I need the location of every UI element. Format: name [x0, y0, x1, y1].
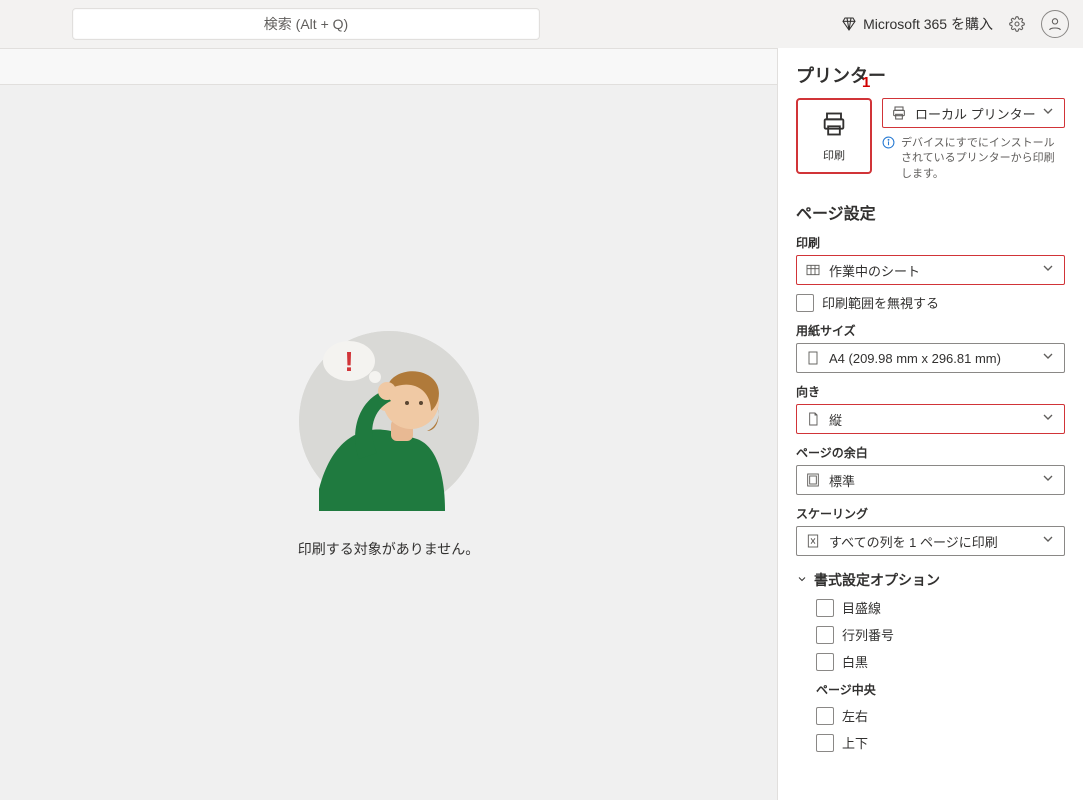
chevron-down-icon — [1040, 409, 1056, 430]
print-button[interactable]: 印刷 — [796, 98, 872, 174]
center-vertical-checkbox[interactable]: 上下 — [816, 733, 1065, 752]
print-preview-pane: ! 印刷する対象がありません。 — [0, 48, 777, 800]
scaling-icon — [805, 533, 821, 549]
account-button[interactable] — [1041, 10, 1069, 38]
center-horizontal-checkbox[interactable]: 左右 — [816, 706, 1065, 725]
chevron-down-icon — [796, 572, 808, 588]
empty-preview-message: 印刷する対象がありません。 — [298, 539, 480, 559]
checkbox-icon — [816, 653, 834, 671]
top-bar: 検索 (Alt + Q) Microsoft 365 を購入 — [0, 0, 1083, 48]
person-icon — [1047, 16, 1063, 32]
preview-toolbar — [0, 49, 777, 85]
print-settings-panel: 4 1 プリンター 印刷 ローカル プリンター — [777, 48, 1083, 800]
checkbox-icon — [816, 626, 834, 644]
gridlines-label: 目盛線 — [842, 598, 881, 617]
printer-hint: デバイスにすでにインストールされているプリンターから印刷します。 — [882, 136, 1065, 182]
checkbox-icon — [816, 734, 834, 752]
main-area: ! 印刷する対象がありません。 — [0, 48, 1083, 800]
scaling-select[interactable]: すべての列を 1 ページに印刷 — [796, 526, 1065, 556]
search-placeholder: 検索 (Alt + Q) — [264, 14, 348, 34]
printer-select-value: ローカル プリンター — [915, 104, 1040, 123]
search-input[interactable]: 検索 (Alt + Q) — [72, 8, 540, 40]
chevron-down-icon — [1040, 260, 1056, 281]
print-target-value: 作業中のシート — [829, 261, 1040, 280]
paper-size-select[interactable]: A4 (209.98 mm x 296.81 mm) — [796, 343, 1065, 373]
printer-small-icon — [891, 105, 907, 121]
paper-size-label: 用紙サイズ — [796, 322, 1065, 339]
buy-microsoft-365-link[interactable]: Microsoft 365 を購入 — [841, 14, 993, 34]
paper-size-value: A4 (209.98 mm x 296.81 mm) — [829, 351, 1040, 366]
page-setup-title: ページ設定 — [796, 200, 1065, 224]
scaling-value: すべての列を 1 ページに印刷 — [829, 532, 1040, 551]
empty-preview-illustration: ! — [299, 331, 479, 511]
printer-select[interactable]: ローカル プリンター — [882, 98, 1065, 128]
black-white-label: 白黒 — [842, 652, 868, 671]
margins-icon — [805, 472, 821, 488]
format-options-toggle[interactable]: 書式設定オプション — [796, 570, 1065, 590]
scaling-label: スケーリング — [796, 505, 1065, 522]
settings-button[interactable] — [1009, 16, 1025, 32]
ignore-print-area-checkbox[interactable]: 印刷範囲を無視する — [796, 293, 1065, 312]
svg-text:!: ! — [344, 346, 353, 377]
printer-hint-text: デバイスにすでにインストールされているプリンターから印刷します。 — [901, 136, 1065, 182]
format-options-title: 書式設定オプション — [814, 570, 940, 590]
black-white-checkbox[interactable]: 白黒 — [816, 652, 1065, 671]
margins-value: 標準 — [829, 471, 1040, 490]
print-target-label: 印刷 — [796, 234, 1065, 251]
topbar-right: Microsoft 365 を購入 — [841, 10, 1069, 38]
checkbox-icon — [816, 599, 834, 617]
center-vertical-label: 上下 — [842, 733, 868, 752]
print-tile-label: 印刷 — [823, 147, 845, 163]
gridlines-checkbox[interactable]: 目盛線 — [816, 598, 1065, 617]
orientation-select[interactable]: 縦 — [796, 404, 1065, 434]
diamond-icon — [841, 16, 857, 32]
checkbox-icon — [816, 707, 834, 725]
center-horizontal-label: 左右 — [842, 706, 868, 725]
chevron-down-icon — [1040, 103, 1056, 124]
chevron-down-icon — [1040, 348, 1056, 369]
page-portrait-icon — [805, 411, 821, 427]
margins-label: ページの余白 — [796, 444, 1065, 461]
page-center-title: ページ中央 — [816, 681, 1065, 698]
print-target-select[interactable]: 作業中のシート — [796, 255, 1065, 285]
orientation-value: 縦 — [829, 410, 1040, 429]
printer-section-title: プリンター — [796, 62, 1065, 88]
row-col-numbers-label: 行列番号 — [842, 625, 894, 644]
margins-select[interactable]: 標準 — [796, 465, 1065, 495]
printer-icon — [820, 110, 848, 143]
buy-label: Microsoft 365 を購入 — [863, 14, 993, 34]
checkbox-icon — [796, 294, 814, 312]
page-icon — [805, 350, 821, 366]
ignore-print-area-label: 印刷範囲を無視する — [822, 293, 939, 312]
orientation-label: 向き — [796, 383, 1065, 400]
sheet-icon — [805, 262, 821, 278]
chevron-down-icon — [1040, 531, 1056, 552]
info-icon — [882, 136, 895, 182]
chevron-down-icon — [1040, 470, 1056, 491]
row-col-numbers-checkbox[interactable]: 行列番号 — [816, 625, 1065, 644]
